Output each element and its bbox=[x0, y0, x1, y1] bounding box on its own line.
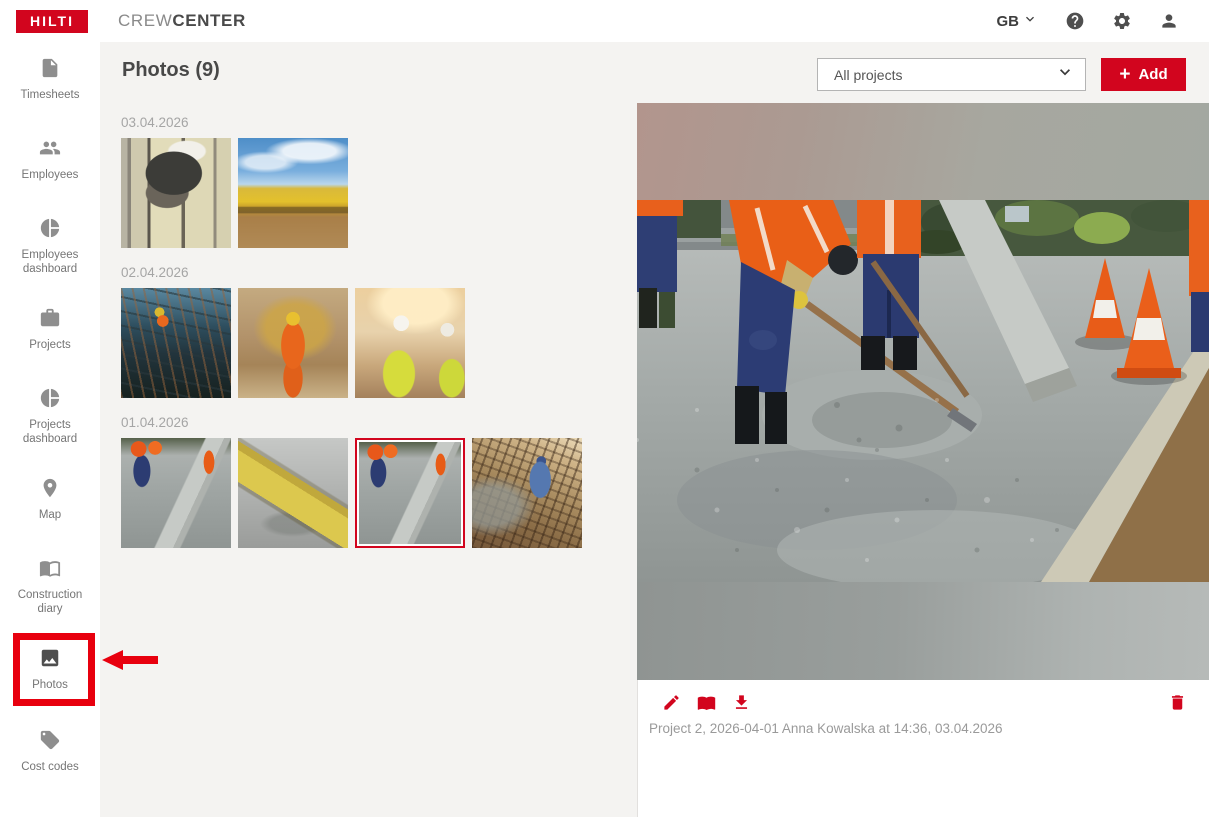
add-photo-button[interactable]: + Add bbox=[1101, 58, 1186, 91]
hilti-logo[interactable]: HILTI bbox=[16, 10, 88, 33]
sidebar-item-label: Projects dashboard bbox=[0, 419, 100, 447]
plus-icon: + bbox=[1119, 65, 1130, 84]
sidebar-item-label: Map bbox=[33, 509, 67, 523]
preview-blur-top bbox=[637, 103, 1209, 200]
photo-thumbnail[interactable] bbox=[121, 288, 231, 398]
briefcase-icon bbox=[39, 307, 61, 334]
app-name-bold: CENTER bbox=[172, 11, 246, 30]
photo-preview-panel: Project 2, 2026-04-01 Anna Kowalska at 1… bbox=[637, 103, 1209, 817]
photo-image bbox=[355, 288, 465, 398]
sidebar-item-label: Projects bbox=[23, 339, 77, 353]
sidebar-item-employees-dashboard[interactable]: Employees dashboard bbox=[0, 217, 100, 277]
pie-chart-icon bbox=[39, 217, 61, 244]
sidebar-item-label: Cost codes bbox=[15, 761, 85, 775]
project-filter-dropdown[interactable]: All projects bbox=[817, 58, 1086, 91]
project-filter-value: All projects bbox=[834, 67, 1055, 83]
photo-image bbox=[238, 138, 348, 248]
map-pin-icon bbox=[39, 477, 61, 504]
sidebar-item-label: Timesheets bbox=[14, 89, 85, 103]
photo-thumbnail-selected[interactable] bbox=[355, 438, 465, 548]
sidebar-item-label: Photos bbox=[26, 679, 74, 693]
document-icon bbox=[39, 57, 61, 84]
app-name: CREWCENTER bbox=[118, 11, 246, 31]
sidebar-item-cost-codes[interactable]: Cost codes bbox=[0, 729, 100, 775]
photo-image bbox=[238, 288, 348, 398]
photo-group-date: 01.04.2026 bbox=[121, 415, 637, 430]
delete-icon[interactable] bbox=[1168, 693, 1187, 712]
app-name-light: CREW bbox=[118, 11, 172, 30]
photo-thumbnail[interactable] bbox=[238, 288, 348, 398]
photo-row bbox=[121, 438, 637, 548]
photo-image bbox=[238, 438, 348, 548]
chevron-down-icon bbox=[1022, 11, 1038, 31]
photo-caption: Project 2, 2026-04-01 Anna Kowalska at 1… bbox=[638, 712, 1209, 736]
photo-image bbox=[472, 438, 582, 548]
sidebar-item-label: Construction diary bbox=[0, 589, 100, 617]
diary-icon[interactable] bbox=[697, 693, 716, 712]
photo-group: 03.04.2026 bbox=[121, 115, 637, 248]
page-title: Photos (9) bbox=[122, 59, 220, 82]
photo-group: 01.04.2026 bbox=[121, 415, 637, 548]
tag-icon bbox=[39, 729, 61, 756]
sidebar-item-photos[interactable]: Photos bbox=[0, 647, 100, 693]
download-icon[interactable] bbox=[732, 693, 751, 712]
photo-thumbnail[interactable] bbox=[238, 138, 348, 248]
language-selector[interactable]: GB bbox=[997, 11, 1039, 31]
sidebar-item-employees[interactable]: Employees bbox=[0, 137, 100, 183]
photo-thumbnail[interactable] bbox=[238, 438, 348, 548]
chevron-down-icon bbox=[1055, 62, 1075, 87]
preview-toolbar bbox=[638, 680, 1209, 712]
sidebar-item-label: Employees dashboard bbox=[0, 249, 100, 277]
sidebar-item-timesheets[interactable]: Timesheets bbox=[0, 57, 100, 103]
help-icon[interactable] bbox=[1065, 11, 1085, 31]
sidebar: Timesheets Employees Employees dashboard… bbox=[0, 42, 100, 817]
photo-list: 03.04.2026 02.04.2026 01.04.2026 bbox=[100, 103, 637, 817]
main-content: Photos (9) All projects + Add 03.04.2026… bbox=[100, 42, 1209, 817]
photo-image bbox=[121, 288, 231, 398]
photo-image bbox=[121, 138, 231, 248]
photo-thumbnail[interactable] bbox=[472, 438, 582, 548]
sidebar-item-label: Employees bbox=[16, 169, 85, 183]
sidebar-item-projects-dashboard[interactable]: Projects dashboard bbox=[0, 387, 100, 447]
top-header: HILTI CREWCENTER GB bbox=[0, 0, 1209, 42]
language-label: GB bbox=[997, 13, 1020, 30]
photo-row bbox=[121, 288, 637, 398]
photo-group-date: 02.04.2026 bbox=[121, 265, 637, 280]
photo-image bbox=[359, 442, 461, 544]
hilti-logo-text: HILTI bbox=[30, 13, 74, 29]
preview-photo-scene bbox=[637, 200, 1209, 582]
photo-row bbox=[121, 138, 637, 248]
gear-icon[interactable] bbox=[1112, 11, 1132, 31]
edit-icon[interactable] bbox=[662, 693, 681, 712]
people-icon bbox=[39, 137, 61, 164]
photos-icon bbox=[39, 647, 61, 674]
sidebar-item-projects[interactable]: Projects bbox=[0, 307, 100, 353]
photo-preview-image bbox=[637, 103, 1209, 680]
book-icon bbox=[39, 557, 61, 584]
photo-group: 02.04.2026 bbox=[121, 265, 637, 398]
add-button-label: Add bbox=[1138, 66, 1167, 83]
person-icon[interactable] bbox=[1159, 11, 1179, 31]
pie-chart-icon bbox=[39, 387, 61, 414]
photo-group-date: 03.04.2026 bbox=[121, 115, 637, 130]
photo-thumbnail[interactable] bbox=[121, 138, 231, 248]
photo-thumbnail[interactable] bbox=[121, 438, 231, 548]
sidebar-item-map[interactable]: Map bbox=[0, 477, 100, 523]
header-actions: GB bbox=[997, 11, 1180, 31]
preview-blur-bottom bbox=[637, 582, 1209, 680]
sidebar-item-construction-diary[interactable]: Construction diary bbox=[0, 557, 100, 617]
photo-thumbnail[interactable] bbox=[355, 288, 465, 398]
photo-image bbox=[121, 438, 231, 548]
